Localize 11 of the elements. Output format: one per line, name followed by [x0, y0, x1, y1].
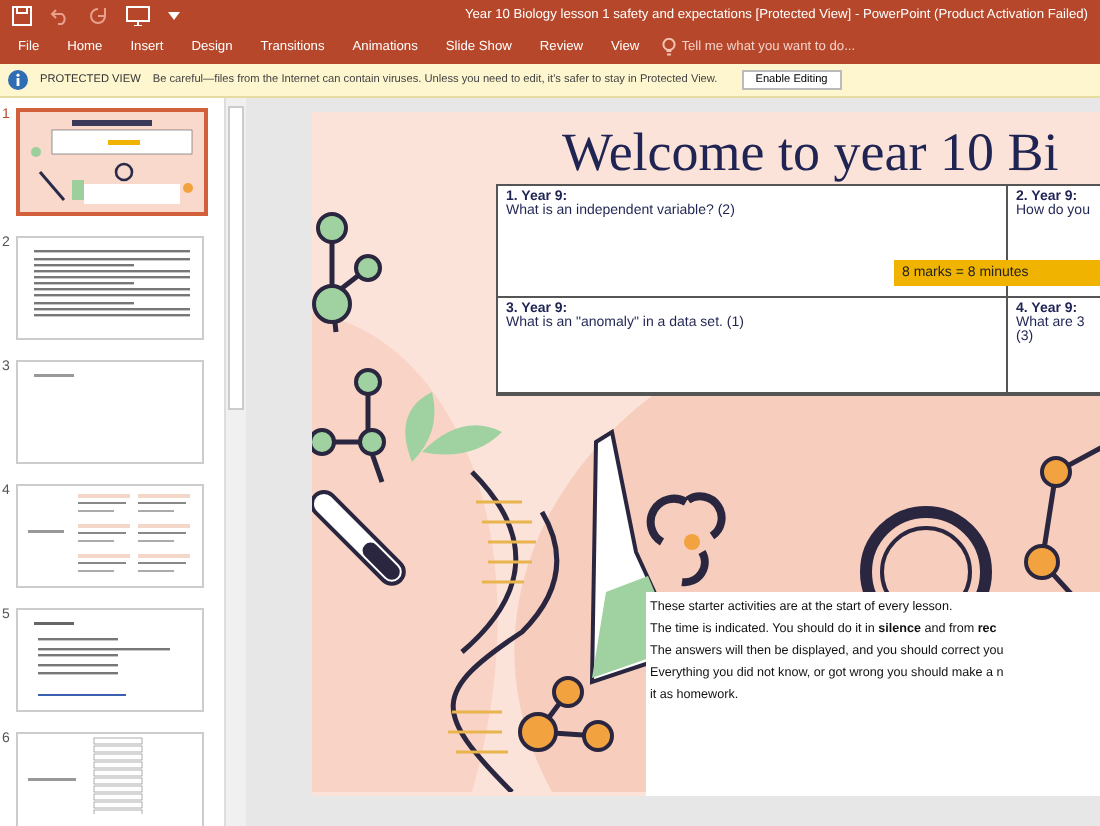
lightbulb-icon: [661, 38, 676, 56]
save-icon[interactable]: [12, 5, 32, 25]
info-icon: [8, 70, 28, 90]
slide-thumbnail[interactable]: [16, 732, 204, 826]
undo-icon[interactable]: [50, 5, 70, 25]
slideshow-icon[interactable]: [126, 5, 150, 25]
slide-thumbnail[interactable]: [16, 360, 204, 464]
slide-title: Welcome to year 10 Bi: [560, 120, 1061, 180]
scrollbar[interactable]: [224, 98, 246, 826]
caret-icon[interactable]: [168, 11, 180, 19]
redo-icon[interactable]: [88, 5, 108, 25]
